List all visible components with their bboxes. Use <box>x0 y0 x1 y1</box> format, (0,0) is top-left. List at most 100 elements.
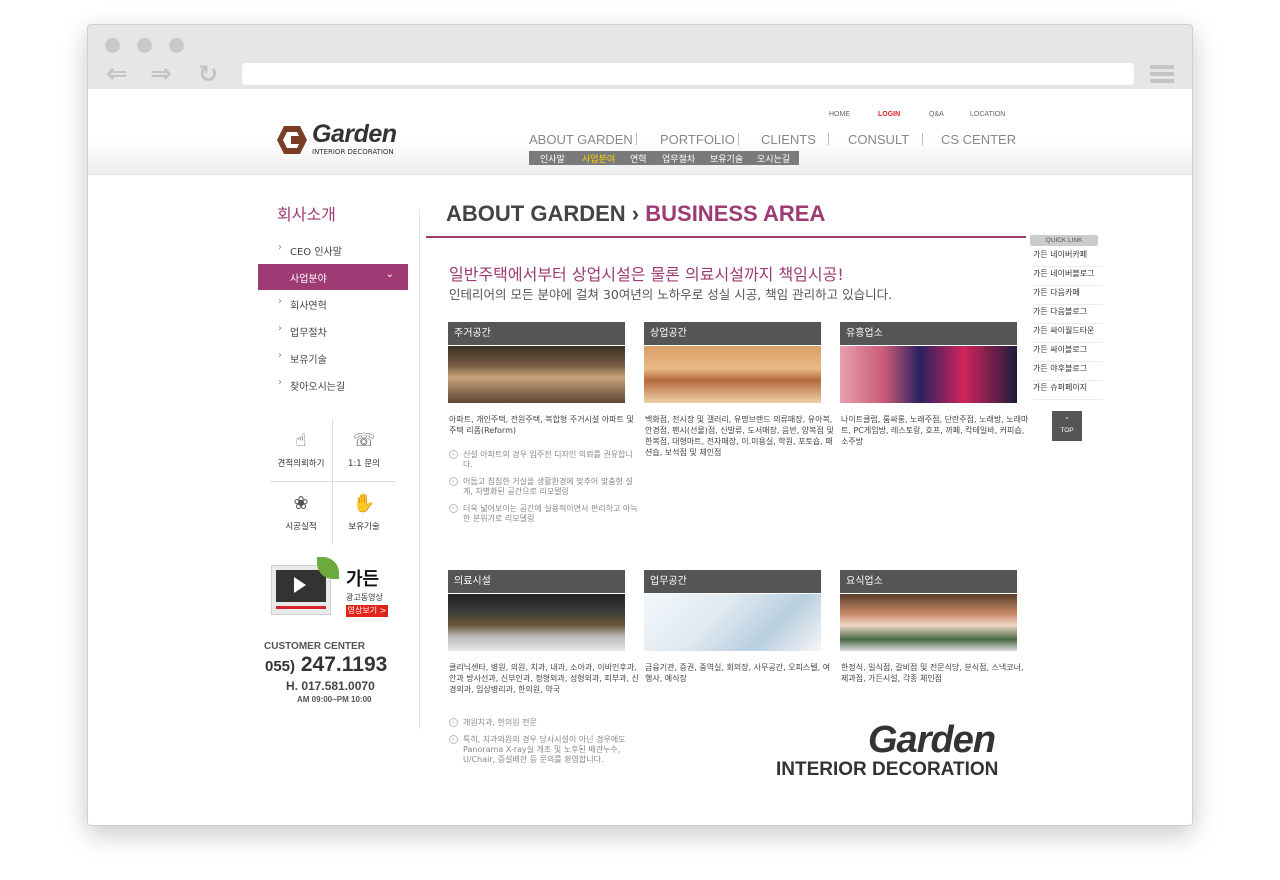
bullet-icon: › <box>449 718 458 727</box>
quicklink-item[interactable]: 가든 슈퍼페이지 <box>1033 382 1103 400</box>
quicklink-item[interactable]: 가든 다음블로그 <box>1033 306 1103 324</box>
subnav-business-area[interactable]: 사업분야 <box>582 152 615 165</box>
quicklink-item[interactable]: 가든 야후블로그 <box>1033 363 1103 381</box>
card-title: 의료시설 <box>448 570 625 593</box>
gnb-divider <box>636 133 637 145</box>
card-image-restaurant <box>840 594 1017 651</box>
quote-request-button[interactable]: ☝ 견적의뢰하기 <box>270 419 332 481</box>
reload-icon[interactable]: ↻ <box>198 62 218 86</box>
card-bullets: › 신설 아파트의 경우 입주전 디자인 의뢰를 권유합니다. › 어둡고 침침한 … <box>449 450 639 531</box>
card-description: 아파트, 개인주택, 전원주택, 복합형 주거시설 아파트 및 주택 리폼(Re… <box>449 415 634 435</box>
gnb-divider <box>738 133 739 145</box>
breadcrumb-separator: › <box>631 201 640 226</box>
hand-click-icon: ☝ <box>295 430 307 451</box>
lnb-item-business[interactable]: 사업분야 ⌄ <box>258 264 408 290</box>
card-image-commercial <box>644 346 821 403</box>
bullet-item: › 어둡고 침침한 거실을 생활환경에 맞추어 맞춤형 설계, 차별화된 공간으로… <box>449 477 639 497</box>
util-qa-link[interactable]: Q&A <box>929 111 944 118</box>
phone-number: 247.1193 <box>300 653 388 676</box>
subnav-technology[interactable]: 보유기술 <box>710 152 743 165</box>
lnb-item-label: 보유기술 <box>290 355 327 366</box>
quick-label: 보유기술 <box>348 522 380 532</box>
lnb-item-technology[interactable]: › 보유기술 <box>258 345 408 371</box>
card-description: 클리닉센타, 병원, 의원, 치과, 내과, 소아과, 이비인후과, 안과 방사… <box>449 663 639 694</box>
subnav-location[interactable]: 오시는길 <box>757 152 790 165</box>
util-login-link[interactable]: LOGIN <box>878 111 900 118</box>
page-breadcrumb: ABOUT GARDEN › BUSINESS AREA <box>446 201 825 227</box>
card-bullets: › 개원치과, 한의원 전문 › 특히, 치과의원의 경우 당사시설이 아닌 경우에… <box>449 718 639 772</box>
breadcrumb-parent[interactable]: ABOUT GARDEN <box>446 201 626 226</box>
play-icon <box>294 577 306 593</box>
chevron-right-icon: › <box>278 377 282 388</box>
card-title: 요식업소 <box>840 570 1017 593</box>
quicklink-item[interactable]: 가든 싸이블로그 <box>1033 344 1103 362</box>
card-title: 유흥업소 <box>840 322 1017 345</box>
window-dot-icon[interactable] <box>169 38 184 53</box>
subnav-greeting[interactable]: 인사말 <box>540 152 565 165</box>
customer-center-mobile: H. 017.581.0070 <box>286 679 375 693</box>
technology-button[interactable]: ✋ 보유기술 <box>333 482 395 544</box>
bullet-text: 어둡고 침침한 거실을 생활환경에 맞추어 맞춤형 설계, 차별화된 공간으로 … <box>463 477 633 496</box>
top-label: TOP <box>1060 427 1074 434</box>
gnb-clients[interactable]: CLIENTS <box>761 132 816 147</box>
bullet-item: › 특히, 치과의원의 경우 당사시설이 아닌 경우에도 Panorama X-r… <box>449 735 639 765</box>
lnb-item-label: CEO 인사말 <box>290 247 342 258</box>
quicklink-item[interactable]: 가든 다음카페 <box>1033 287 1103 305</box>
bullet-icon: › <box>449 735 458 744</box>
subnav-process[interactable]: 업무절차 <box>662 152 695 165</box>
util-home-link[interactable]: HOME <box>829 111 850 118</box>
lnb-item-label: 회사연혁 <box>290 301 327 312</box>
gnb-about-garden[interactable]: ABOUT GARDEN <box>529 132 633 147</box>
window-dot-icon[interactable] <box>137 38 152 53</box>
gnb-consult[interactable]: CONSULT <box>848 132 909 147</box>
chevron-right-icon: › <box>278 296 282 307</box>
util-location-link[interactable]: LOCATION <box>970 111 1005 118</box>
ad-video-label: 광고동영상 <box>346 593 383 602</box>
portfolio-button[interactable]: ❀ 시공실적 <box>270 482 332 544</box>
address-bar[interactable] <box>242 63 1134 85</box>
browser-chrome: ⇐ ⇒ ↻ <box>88 25 1192 89</box>
forward-arrow-icon[interactable]: ⇒ <box>150 61 172 87</box>
window-dot-icon[interactable] <box>105 38 120 53</box>
quicklink-item[interactable]: 가든 네이버블로그 <box>1033 268 1103 286</box>
customer-center-phone: 055) 247.1193 <box>265 653 387 677</box>
bullet-item: › 더욱 넓어보이는 공간에 실용적이면서 편리하고 아늑한 분위기로 리모델링 <box>449 504 639 524</box>
lnb-item-label: 찾아오시는길 <box>290 382 346 393</box>
gnb-cs-center[interactable]: CS CENTER <box>941 132 1016 147</box>
card-description: 금융기관, 증권, 중역실, 회의장, 사무공간, 오피스텔, 여행사, 예식장 <box>645 663 831 683</box>
card-title: 업무공간 <box>644 570 821 593</box>
card-description: 나이트클럽, 룸싸롱, 노래주점, 단란주점, 노래방, 노래마트, PC게임방… <box>841 415 1029 446</box>
lnb-item-location[interactable]: › 찾아오시는길 <box>258 372 408 398</box>
bullet-icon: › <box>449 450 458 459</box>
card-image-entertainment <box>840 346 1017 403</box>
bullet-text: 특히, 치과의원의 경우 당사시설이 아닌 경우에도 Panorama X-ra… <box>463 735 626 764</box>
watch-video-button[interactable]: 영상보기 > <box>346 605 388 617</box>
menu-icon[interactable] <box>1150 65 1174 86</box>
footer-logo-subtitle: INTERIOR DECORATION <box>776 759 999 780</box>
chevron-up-icon: ⌃ <box>1064 417 1070 424</box>
garden-logo-icon <box>277 126 307 154</box>
lnb-item-process[interactable]: › 업무절차 <box>258 318 408 344</box>
quicklink-item[interactable]: 가든 싸이월드타운 <box>1033 325 1103 343</box>
chevron-right-icon: › <box>278 350 282 361</box>
subnav-history[interactable]: 연혁 <box>630 152 647 165</box>
quicklink-title: QUICK LINK <box>1030 235 1098 246</box>
gnb-portfolio[interactable]: PORTFOLIO <box>660 132 735 147</box>
card-description: 한정식, 일식점, 갈비점 및 전문식당, 분식점, 스낵코너, 제과점, 가든… <box>841 663 1024 683</box>
lnb-item-ceo[interactable]: › CEO 인사말 <box>258 237 408 263</box>
quicklink-item[interactable]: 가든 네이버카페 <box>1033 249 1103 267</box>
inquiry-button[interactable]: ☏ 1:1 문의 <box>333 419 395 481</box>
lnb-item-label: 업무절차 <box>290 328 327 339</box>
lnb-item-history[interactable]: › 회사연혁 <box>258 291 408 317</box>
back-arrow-icon[interactable]: ⇐ <box>106 61 128 87</box>
logo-text: Garden <box>312 120 397 148</box>
card-image-office <box>644 594 821 651</box>
customer-center-title: CUSTOMER CENTER <box>264 641 365 652</box>
gnb-divider <box>922 133 923 145</box>
bullet-icon: › <box>449 477 458 486</box>
title-underline <box>426 236 1026 238</box>
bullet-text: 신설 아파트의 경우 입주전 디자인 의뢰를 권유합니다. <box>463 450 633 469</box>
quick-label: 견적의뢰하기 <box>277 459 325 469</box>
browser-window: ⇐ ⇒ ↻ Garden INTERIOR DECORATION HOME LO… <box>87 24 1193 826</box>
scroll-top-button[interactable]: ⌃ TOP <box>1052 411 1082 441</box>
